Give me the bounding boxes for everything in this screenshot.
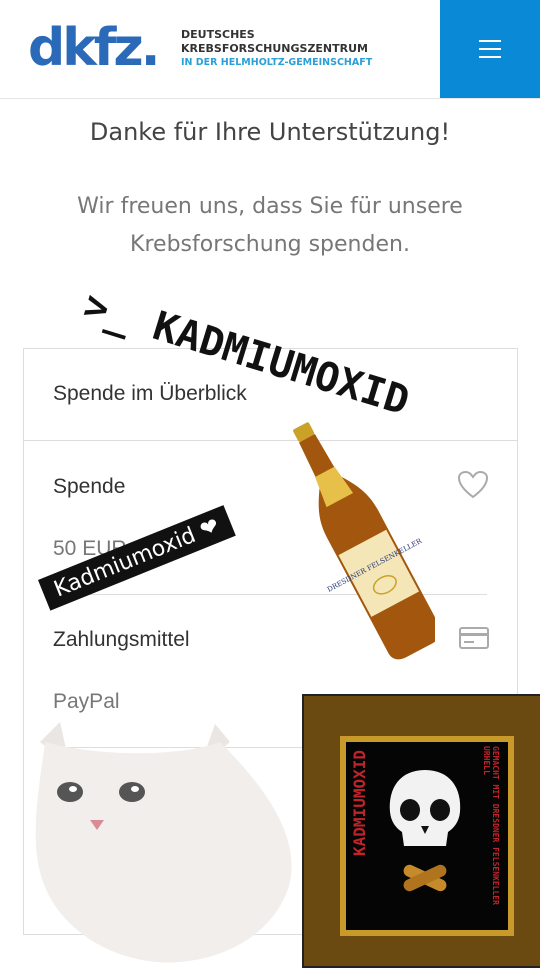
hamburger-icon [479,40,501,42]
payment-method-label: Zahlungsmittel [53,628,190,651]
intro-text: Wir freuen uns, dass Sie für unsere Kreb… [77,194,463,257]
org-line-1: DEUTSCHES [181,28,255,41]
hamburger-icon-bar [479,56,501,58]
site-header: dkfz. DEUTSCHES KREBSFORSCHUNGSZENTRUM I… [0,0,540,99]
donation-label: Spende [53,475,126,498]
org-line-3: IN DER HELMHOLTZ-GEMEINSCHAFT [181,57,373,68]
frame-left-text: KADMIUMOXID [350,750,369,856]
frame-canvas: KADMIUMOXID GEMACHT MIT DRESDNER FELSENK… [340,736,514,936]
menu-button[interactable] [440,0,540,98]
framed-skull-picture: KADMIUMOXID GEMACHT MIT DRESDNER FELSENK… [302,694,540,968]
heart-icon[interactable] [458,471,488,499]
crying-cat-image [35,722,292,963]
payment-method-value: PayPal [53,690,120,713]
org-line-2: KREBSFORSCHUNGSZENTRUM [181,42,368,55]
card-heading: Spende im Überblick [53,382,247,405]
credit-card-icon [459,627,489,649]
page-title: Danke für Ihre Unterstützung! [89,118,451,146]
organization-name: DEUTSCHES KREBSFORSCHUNGSZENTRUM IN DER … [181,28,372,70]
hamburger-icon-bar [479,48,501,50]
skull-icon [389,770,461,892]
beer-bottle-image: DRESDNER FELSENKELLER [293,422,435,660]
frame-right-text: GEMACHT MIT DRESDNER FELSENKELLER URHELL [482,746,500,905]
dkfz-logo[interactable]: dkfz. [28,18,160,78]
